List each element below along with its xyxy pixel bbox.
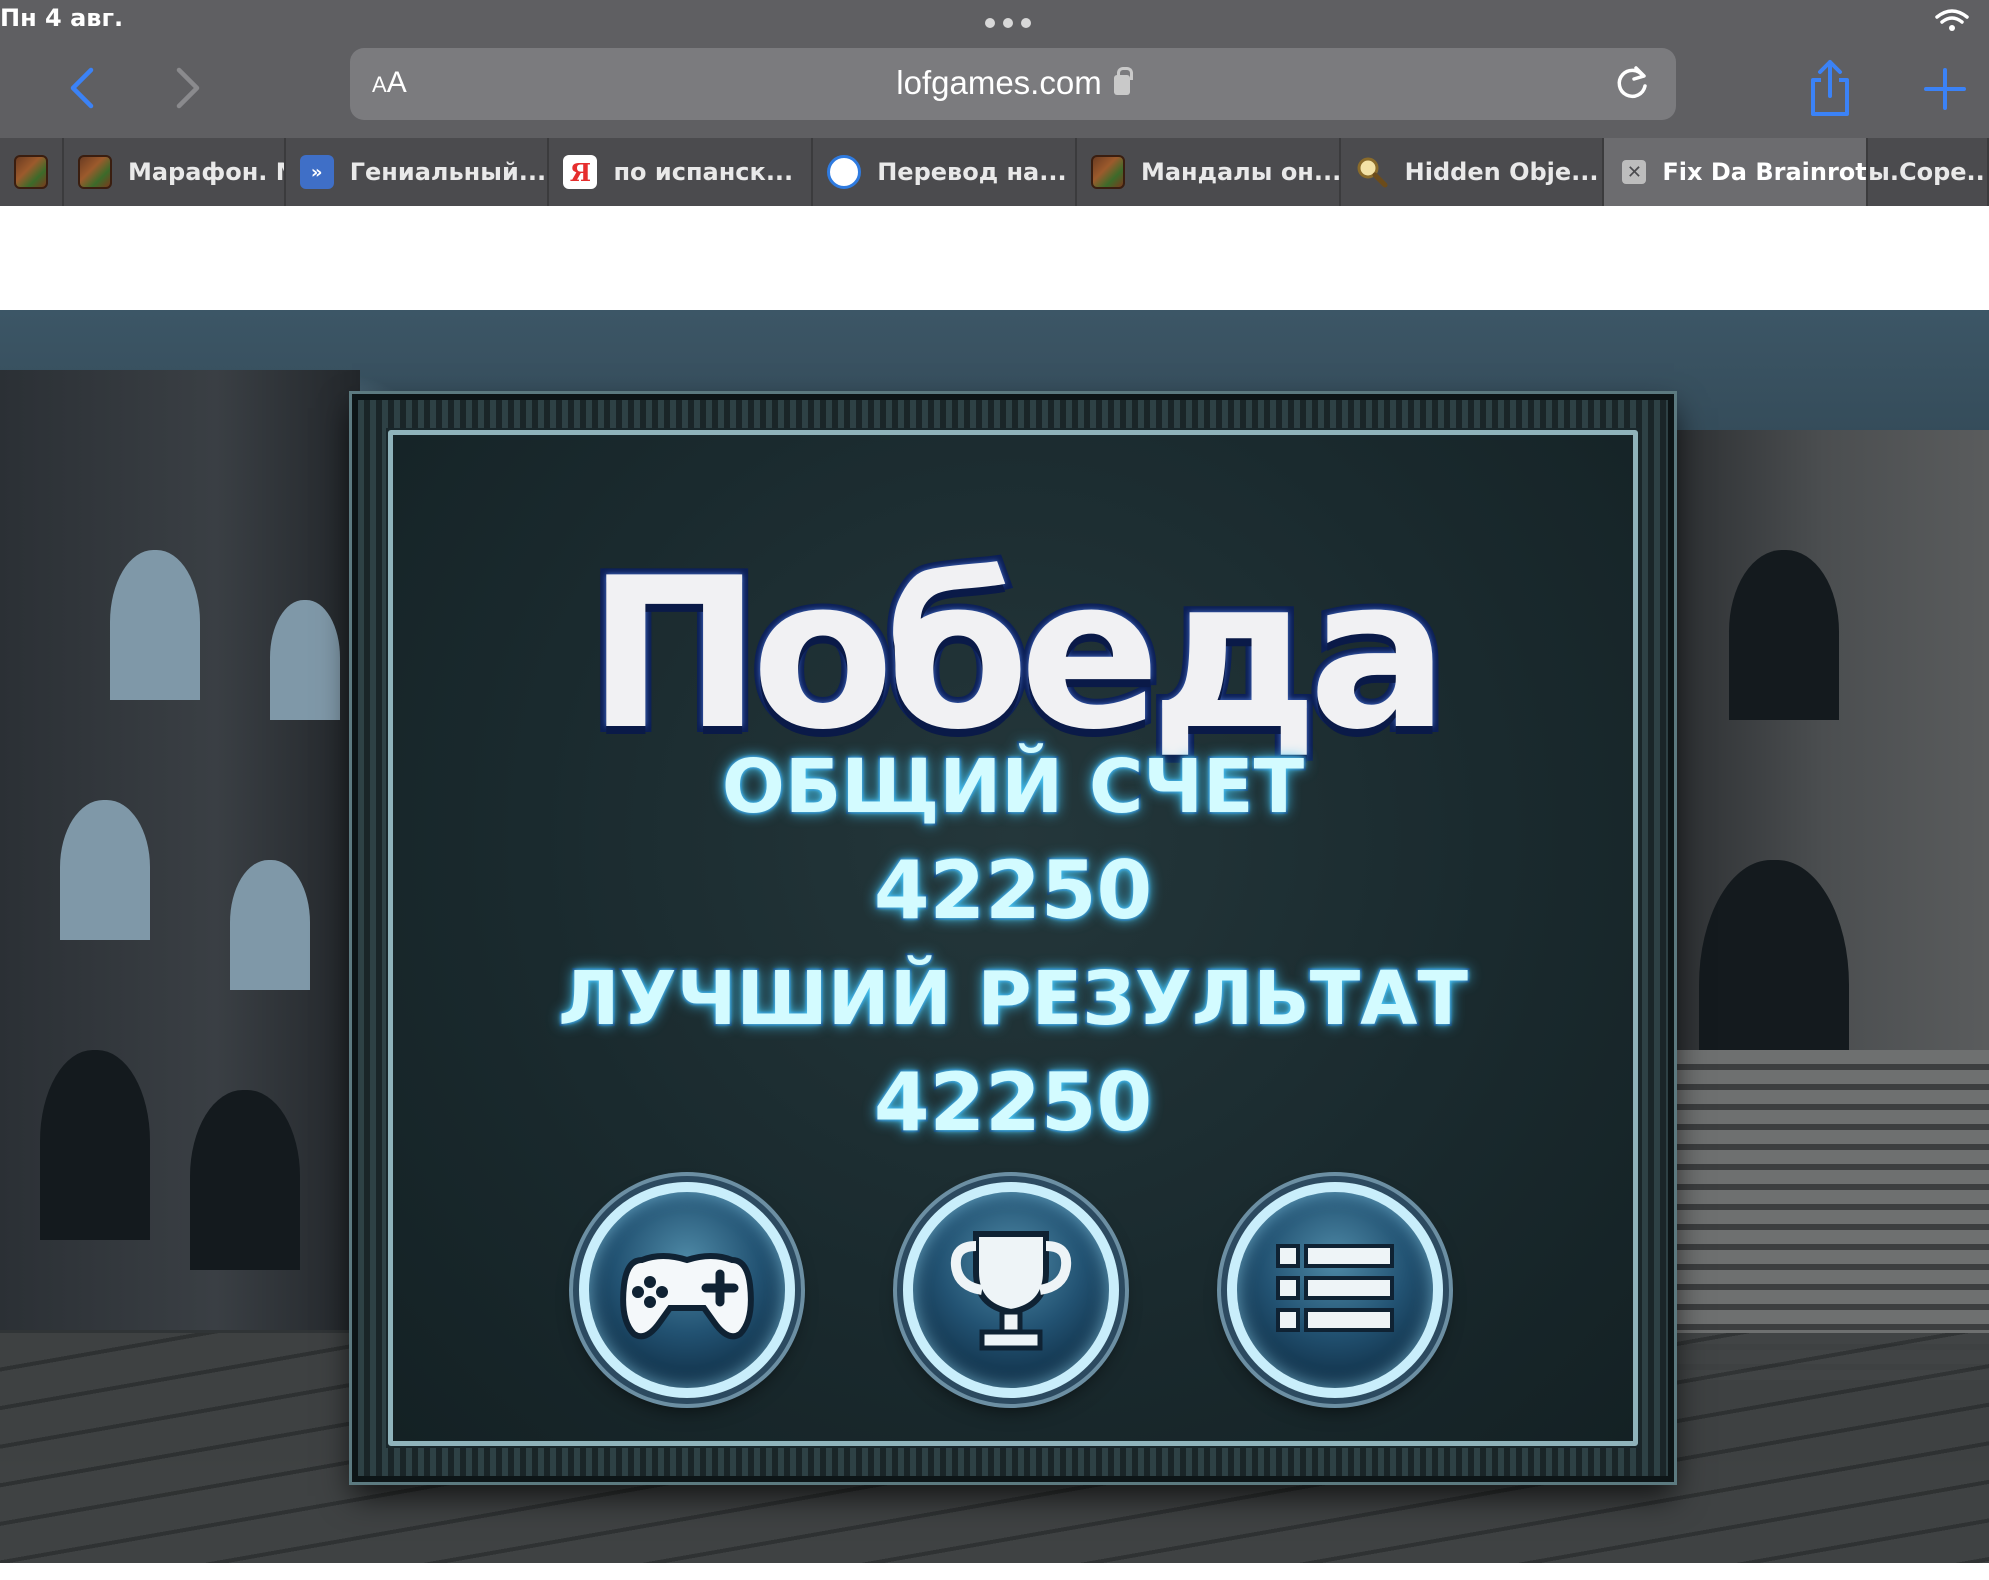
total-score-label: ОБЩИЙ СЧЕТ [720,742,1306,832]
share-icon[interactable] [1805,58,1855,118]
play-again-button[interactable] [579,1182,795,1398]
tab-partial[interactable]: ы.Cope... [1868,138,1989,206]
magnifier-favicon-icon [1357,157,1388,188]
url-field[interactable]: lofgames.com [350,64,1676,102]
colosseum-left-backdrop [0,370,360,1330]
tab-0[interactable] [0,138,64,206]
tab-spanish[interactable]: Я по испанск... [549,138,814,206]
best-score-value: 42250 [872,1054,1154,1151]
close-tab-icon[interactable]: ✕ [1622,160,1647,184]
mosaic-favicon-icon [77,155,112,189]
stone-stairs [1659,1050,1989,1380]
total-score-value: 42250 [872,842,1154,939]
game-canvas[interactable]: Победа ОБЩИЙ СЧЕТ 42250 ЛУЧШИЙ РЕЗУЛЬТАТ… [0,310,1989,1563]
mosaic-favicon-icon [14,155,48,189]
translate-favicon-icon [827,155,862,189]
leaderboard-button[interactable] [903,1182,1119,1398]
chevron-right-icon [176,67,200,109]
tab-active-fix-da-brainrot[interactable]: ✕ Fix Da Brainrot [1604,138,1869,206]
page-top-space [0,206,1989,310]
mosaic-favicon-icon [1090,155,1125,189]
lock-icon [1113,67,1133,95]
tab-label: Hidden Obje... [1404,158,1599,186]
yandex-favicon-icon: Я [563,155,598,189]
tab-label: Гениальный... [349,158,547,186]
tab-marathon[interactable]: Марафон. М [64,138,286,206]
main-menu-button[interactable] [1227,1182,1443,1398]
forward-button[interactable] [158,60,218,116]
more-dots-icon[interactable] [985,18,1031,28]
blue-game-favicon-icon: » [299,155,334,189]
best-score-label: ЛУЧШИЙ РЕЗУЛЬТАТ [556,954,1470,1044]
url-text: lofgames.com [896,64,1102,101]
reload-icon[interactable] [1612,64,1652,104]
back-button[interactable] [52,60,112,116]
tab-bar: Марафон. М » Гениальный... Я по испанск.… [0,138,1989,206]
victory-title: Победа [581,528,1455,782]
tab-genius[interactable]: » Гениальный... [286,138,550,206]
trophy-icon [950,1231,1072,1351]
wifi-icon [1935,9,1969,31]
new-tab-plus-icon[interactable] [1920,64,1970,114]
status-time: Пн 4 авг. [0,4,124,32]
gamepad-icon [620,1253,754,1340]
tab-label: по испанск... [613,158,794,186]
menu-list-icon [1276,1244,1394,1332]
browser-toolbar: AA lofgames.com [0,38,1989,138]
victory-panel: Победа ОБЩИЙ СЧЕТ 42250 ЛУЧШИЙ РЕЗУЛЬТАТ… [352,394,1674,1482]
status-bar: Пн 4 авг. [0,0,1989,38]
tab-label: Марафон. М [127,158,286,186]
chevron-left-icon [70,67,94,109]
colosseum-right-backdrop [1659,430,1989,1150]
address-bar[interactable]: AA lofgames.com [350,48,1676,120]
tab-translate[interactable]: Перевод на... [813,138,1077,206]
tab-mandalas[interactable]: Мандалы он... [1077,138,1341,206]
tab-label: Перевод на... [877,158,1067,186]
tab-hidden-objects[interactable]: Hidden Obje... [1341,138,1605,206]
tab-label: ы.Cope... [1868,158,1989,186]
tab-label: Fix Da Brainrot [1662,158,1867,186]
tab-label: Мандалы он... [1140,158,1341,186]
